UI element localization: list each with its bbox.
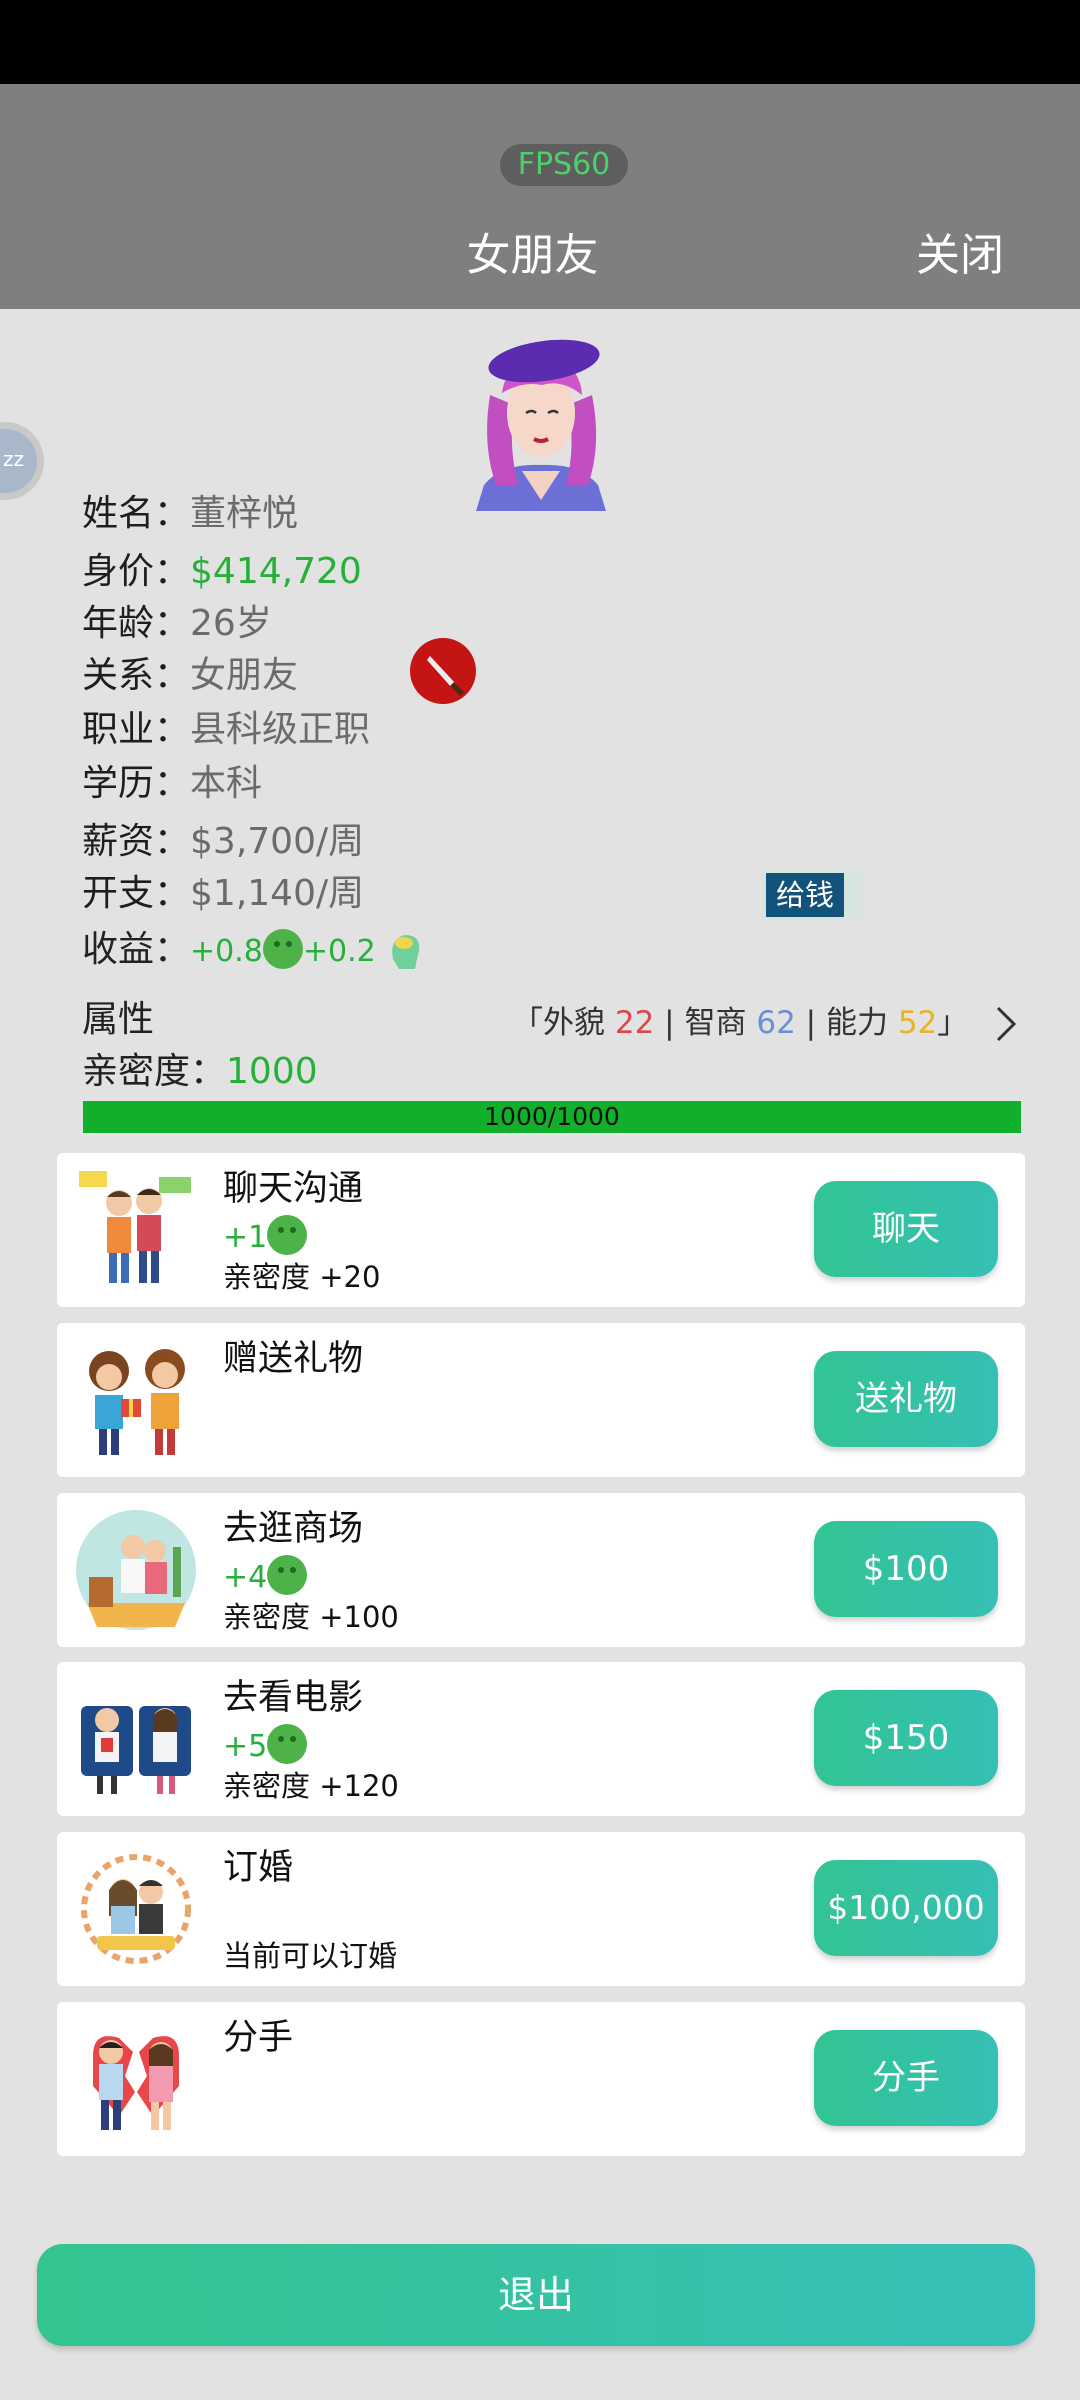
looks-label: 「外貌 bbox=[512, 1005, 605, 1041]
intimacy-row: 亲密度：1000 bbox=[82, 1046, 318, 1098]
smiley-icon bbox=[262, 929, 303, 969]
chevron-right-icon[interactable] bbox=[990, 1004, 1022, 1044]
intimacy-value: 1000 bbox=[226, 1051, 318, 1092]
iq-value: 62 bbox=[756, 1005, 796, 1041]
relation-row: 关系：女朋友 bbox=[82, 650, 298, 702]
intimacy-label: 亲密度： bbox=[82, 1051, 227, 1092]
action-card-gift: 赠送礼物 送礼物 bbox=[57, 1323, 1025, 1477]
action-gain-value: +4 bbox=[223, 1560, 268, 1595]
job-row: 职业：县科级正职 bbox=[82, 704, 370, 756]
mall-illustration-icon bbox=[76, 1510, 196, 1630]
looks-value: 22 bbox=[614, 1005, 655, 1041]
action-card-movie: 去看电影 +5 亲密度 +120 $150 bbox=[57, 1662, 1025, 1816]
give-money-label: 给钱 bbox=[766, 873, 844, 917]
action-title: 分手 bbox=[223, 2018, 294, 2058]
age-value: 26岁 bbox=[190, 603, 272, 644]
page-title: 女朋友 bbox=[466, 230, 599, 281]
education-label: 学历： bbox=[82, 763, 191, 804]
action-gain: +5 bbox=[223, 1724, 308, 1769]
salary-label: 薪资： bbox=[82, 821, 191, 862]
smiley-icon bbox=[267, 1724, 308, 1764]
action-gain-value: +5 bbox=[223, 1729, 268, 1764]
name-value: 董梓悦 bbox=[190, 493, 299, 534]
movie-illustration-icon bbox=[81, 1706, 191, 1794]
action-card-chat: 聊天沟通 +1 亲密度 +20 聊天 bbox=[57, 1153, 1025, 1307]
worth-row: 身价：$414,720 bbox=[82, 546, 362, 598]
action-title: 订婚 bbox=[223, 1848, 294, 1888]
attributes-summary[interactable]: 「外貌 22 | 智商 62 | 能力 52」 bbox=[512, 998, 968, 1048]
ability-label: | 能力 bbox=[805, 1005, 888, 1041]
action-gain: +1 bbox=[223, 1215, 308, 1260]
fps-badge: FPS60 bbox=[500, 144, 628, 186]
salary-value: $3,700/周 bbox=[190, 821, 365, 862]
action-intimacy: 亲密度 +20 bbox=[223, 1260, 381, 1294]
salary-row: 薪资：$3,700/周 bbox=[82, 816, 364, 868]
iq-label: | 智商 bbox=[664, 1005, 747, 1041]
attributes-close-bracket: 」 bbox=[937, 1005, 969, 1041]
intimacy-progress-text: 1000/1000 bbox=[484, 1102, 620, 1131]
brain-head-icon bbox=[392, 935, 420, 969]
name-label: 姓名： bbox=[82, 493, 191, 534]
action-card-mall: 去逛商场 +4 亲密度 +100 $100 bbox=[57, 1493, 1025, 1647]
worth-value: $414,720 bbox=[190, 551, 362, 592]
header: FPS60 女朋友 关闭 bbox=[0, 84, 1080, 309]
smiley-icon bbox=[267, 1215, 308, 1255]
relation-value: 女朋友 bbox=[190, 655, 299, 696]
name-row: 姓名：董梓悦 bbox=[82, 488, 298, 540]
earnings-intellect: +0.2 bbox=[302, 934, 376, 969]
attributes-label: 属性 bbox=[82, 999, 155, 1040]
breakup-illustration-icon bbox=[93, 2036, 179, 2130]
floating-sleep-button[interactable]: zz bbox=[0, 422, 44, 500]
job-label: 职业： bbox=[82, 709, 191, 750]
engagement-status: 当前可以订婚 bbox=[223, 1939, 398, 1973]
sleep-icon: zz bbox=[3, 447, 24, 471]
earnings-row: 收益：+0.8 +0.2 bbox=[82, 924, 423, 978]
status-bar bbox=[0, 0, 1080, 84]
education-value: 本科 bbox=[190, 763, 263, 804]
action-title: 去看电影 bbox=[223, 1678, 364, 1718]
action-intimacy: 亲密度 +120 bbox=[223, 1769, 399, 1803]
relation-label: 关系： bbox=[82, 655, 191, 696]
chat-illustration-icon bbox=[79, 1171, 191, 1283]
gift-button[interactable]: 送礼物 bbox=[814, 1351, 998, 1447]
intimacy-progress-bar: 1000/1000 bbox=[83, 1101, 1021, 1133]
action-card-breakup: 分手 分手 bbox=[57, 2002, 1025, 2156]
action-intimacy: 亲密度 +100 bbox=[223, 1600, 399, 1634]
worth-label: 身价： bbox=[82, 551, 191, 592]
mall-button[interactable]: $100 bbox=[814, 1521, 998, 1617]
action-title: 去逛商场 bbox=[223, 1509, 364, 1549]
ability-value: 52 bbox=[897, 1005, 938, 1041]
knife-icon[interactable] bbox=[410, 638, 476, 704]
education-row: 学历：本科 bbox=[82, 758, 262, 810]
expense-value: $1,140/周 bbox=[190, 873, 365, 914]
age-label: 年龄： bbox=[82, 603, 191, 644]
girlfriend-avatar bbox=[476, 339, 606, 511]
smiley-icon bbox=[267, 1555, 308, 1595]
chat-button[interactable]: 聊天 bbox=[814, 1181, 998, 1277]
gift-illustration-icon bbox=[89, 1349, 185, 1455]
expense-row: 开支：$1,140/周 bbox=[82, 868, 364, 920]
expense-label: 开支： bbox=[82, 873, 191, 914]
action-title: 聊天沟通 bbox=[223, 1169, 364, 1209]
close-button[interactable]: 关闭 bbox=[916, 226, 1004, 286]
earnings-label: 收益： bbox=[82, 929, 191, 970]
exit-button[interactable]: 退出 bbox=[37, 2244, 1035, 2346]
engage-button[interactable]: $100,000 bbox=[814, 1860, 998, 1956]
age-row: 年龄：26岁 bbox=[82, 598, 272, 650]
give-money-button[interactable]: 给钱 bbox=[762, 870, 862, 920]
engagement-illustration-icon bbox=[81, 1854, 191, 1964]
action-gain-value: +1 bbox=[223, 1220, 268, 1255]
breakup-button[interactable]: 分手 bbox=[814, 2030, 998, 2126]
action-card-engage: 订婚 当前可以订婚 $100,000 bbox=[57, 1832, 1025, 1986]
job-value: 县科级正职 bbox=[190, 709, 371, 750]
earnings-happiness: +0.8 bbox=[190, 934, 263, 969]
action-title: 赠送礼物 bbox=[223, 1339, 364, 1379]
action-gain: +4 bbox=[223, 1555, 308, 1600]
movie-button[interactable]: $150 bbox=[814, 1690, 998, 1786]
